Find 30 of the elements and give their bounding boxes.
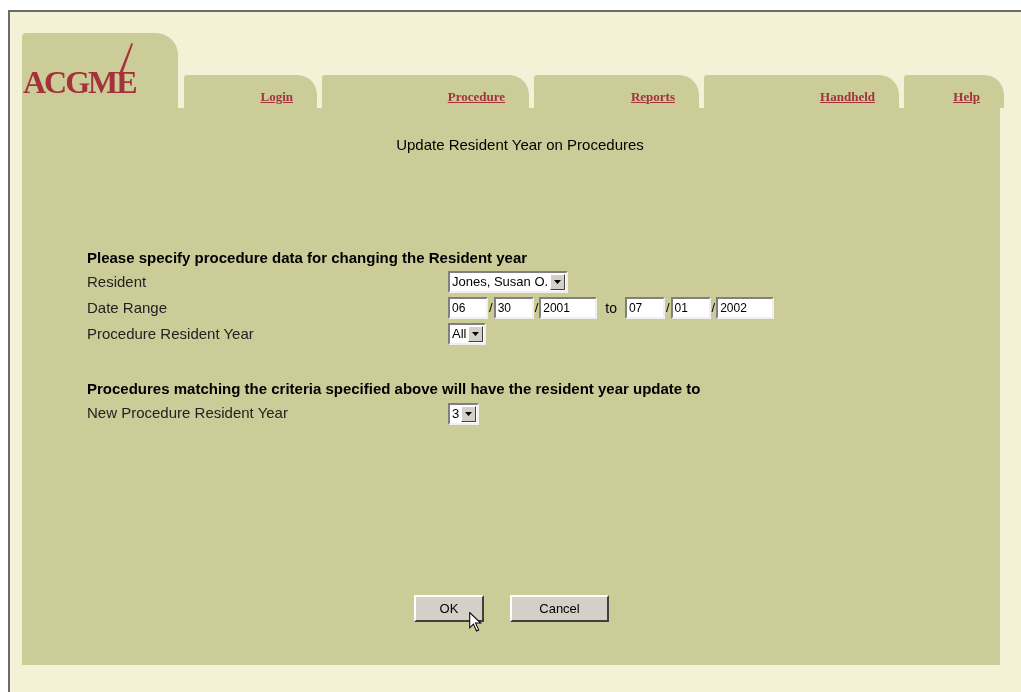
date-field[interactable]: 07: [624, 297, 665, 319]
range-label: to: [605, 298, 617, 318]
nav-tab[interactable]: Procedure: [322, 75, 529, 108]
mouse-pointer-icon: [469, 612, 482, 632]
dropdown[interactable]: All: [448, 323, 487, 345]
date-separator: /: [711, 299, 716, 318]
nav-tab[interactable]: Login: [184, 75, 317, 108]
date-field[interactable]: 30: [493, 297, 534, 319]
date-separator: /: [534, 299, 539, 318]
field-label: Date Range: [87, 297, 169, 318]
dropdown[interactable]: 3: [448, 402, 480, 425]
nav-tab[interactable]: Reports: [534, 75, 699, 108]
nav-tab[interactable]: Help: [904, 75, 1004, 108]
section-heading: Please specify procedure data for changing the Resident year: [87, 247, 529, 268]
field-label: Resident: [87, 271, 148, 292]
date-separator: /: [489, 299, 493, 318]
nav-tab[interactable]: Handheld: [704, 75, 899, 108]
field-label: Procedure Resident Year: [87, 323, 255, 344]
date-field[interactable]: 2001: [539, 297, 598, 319]
date-field[interactable]: 01: [670, 297, 711, 319]
dropdown[interactable]: Jones, Susan O.: [448, 271, 569, 293]
cancel-button[interactable]: Cancel: [510, 595, 609, 622]
page-title: Update Resident Year on Procedures: [395, 135, 644, 155]
ok-button[interactable]: OK: [414, 595, 484, 622]
date-separator: /: [665, 299, 670, 318]
date-field[interactable]: 2002: [716, 297, 775, 319]
logo: ACGME: [23, 66, 136, 98]
date-field[interactable]: 06: [448, 297, 488, 319]
field-label: New Procedure Resident Year: [87, 403, 289, 424]
section-heading: Procedures matching the criteria specified above will have the resident year update to: [87, 379, 702, 399]
